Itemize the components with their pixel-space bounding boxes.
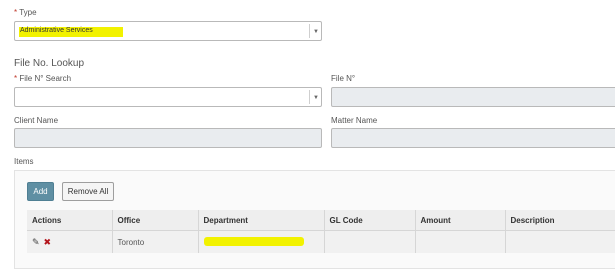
type-select[interactable]: Administrative Services ▼ — [14, 21, 322, 41]
items-label: Items — [14, 157, 34, 166]
matter-name-label: Matter Name — [331, 116, 378, 125]
file-search-select[interactable]: ▼ — [14, 87, 322, 107]
column-header-amount: Amount — [415, 210, 506, 231]
column-header-office: Office — [112, 210, 199, 231]
required-marker: * — [14, 8, 18, 17]
add-button[interactable]: Add — [27, 182, 54, 201]
file-search-label-text: File N° Search — [19, 74, 72, 83]
column-header-department: Department — [198, 210, 325, 231]
matter-name-field — [331, 128, 615, 148]
gl-code-cell — [324, 230, 416, 253]
section-title-file-lookup: File No. Lookup — [14, 58, 85, 69]
column-header-description: Description — [505, 210, 615, 231]
file-no-field — [331, 87, 615, 107]
required-marker: * — [14, 74, 18, 83]
office-cell: Toronto — [112, 230, 199, 253]
amount-cell — [415, 230, 506, 253]
type-label-text: Type — [19, 8, 37, 17]
remove-all-button[interactable]: Remove All — [62, 182, 114, 201]
description-cell — [505, 230, 615, 253]
type-label: * Type — [14, 8, 37, 17]
table-header-row: Actions Office Department GL Code Amount… — [27, 210, 615, 231]
table-row: ✎ ✖ Toronto — [27, 230, 615, 253]
actions-cell: ✎ ✖ — [27, 230, 113, 253]
close-icon[interactable]: ✖ — [44, 237, 52, 247]
client-name-field — [14, 128, 322, 148]
column-header-gl-code: GL Code — [324, 210, 416, 231]
file-search-label: * File N° Search — [14, 74, 71, 83]
items-table: Actions Office Department GL Code Amount… — [27, 210, 615, 253]
select-divider — [309, 24, 310, 38]
select-divider — [309, 90, 310, 104]
department-value-highlight — [203, 237, 304, 246]
type-value: Administrative Services — [20, 27, 93, 34]
chevron-down-icon[interactable]: ▼ — [313, 29, 319, 35]
department-cell — [198, 230, 325, 253]
file-no-label: File N° — [331, 74, 356, 83]
chevron-down-icon[interactable]: ▼ — [313, 95, 319, 101]
pencil-icon[interactable]: ✎ — [32, 237, 40, 247]
column-header-actions: Actions — [27, 210, 113, 231]
client-name-label: Client Name — [14, 116, 59, 125]
